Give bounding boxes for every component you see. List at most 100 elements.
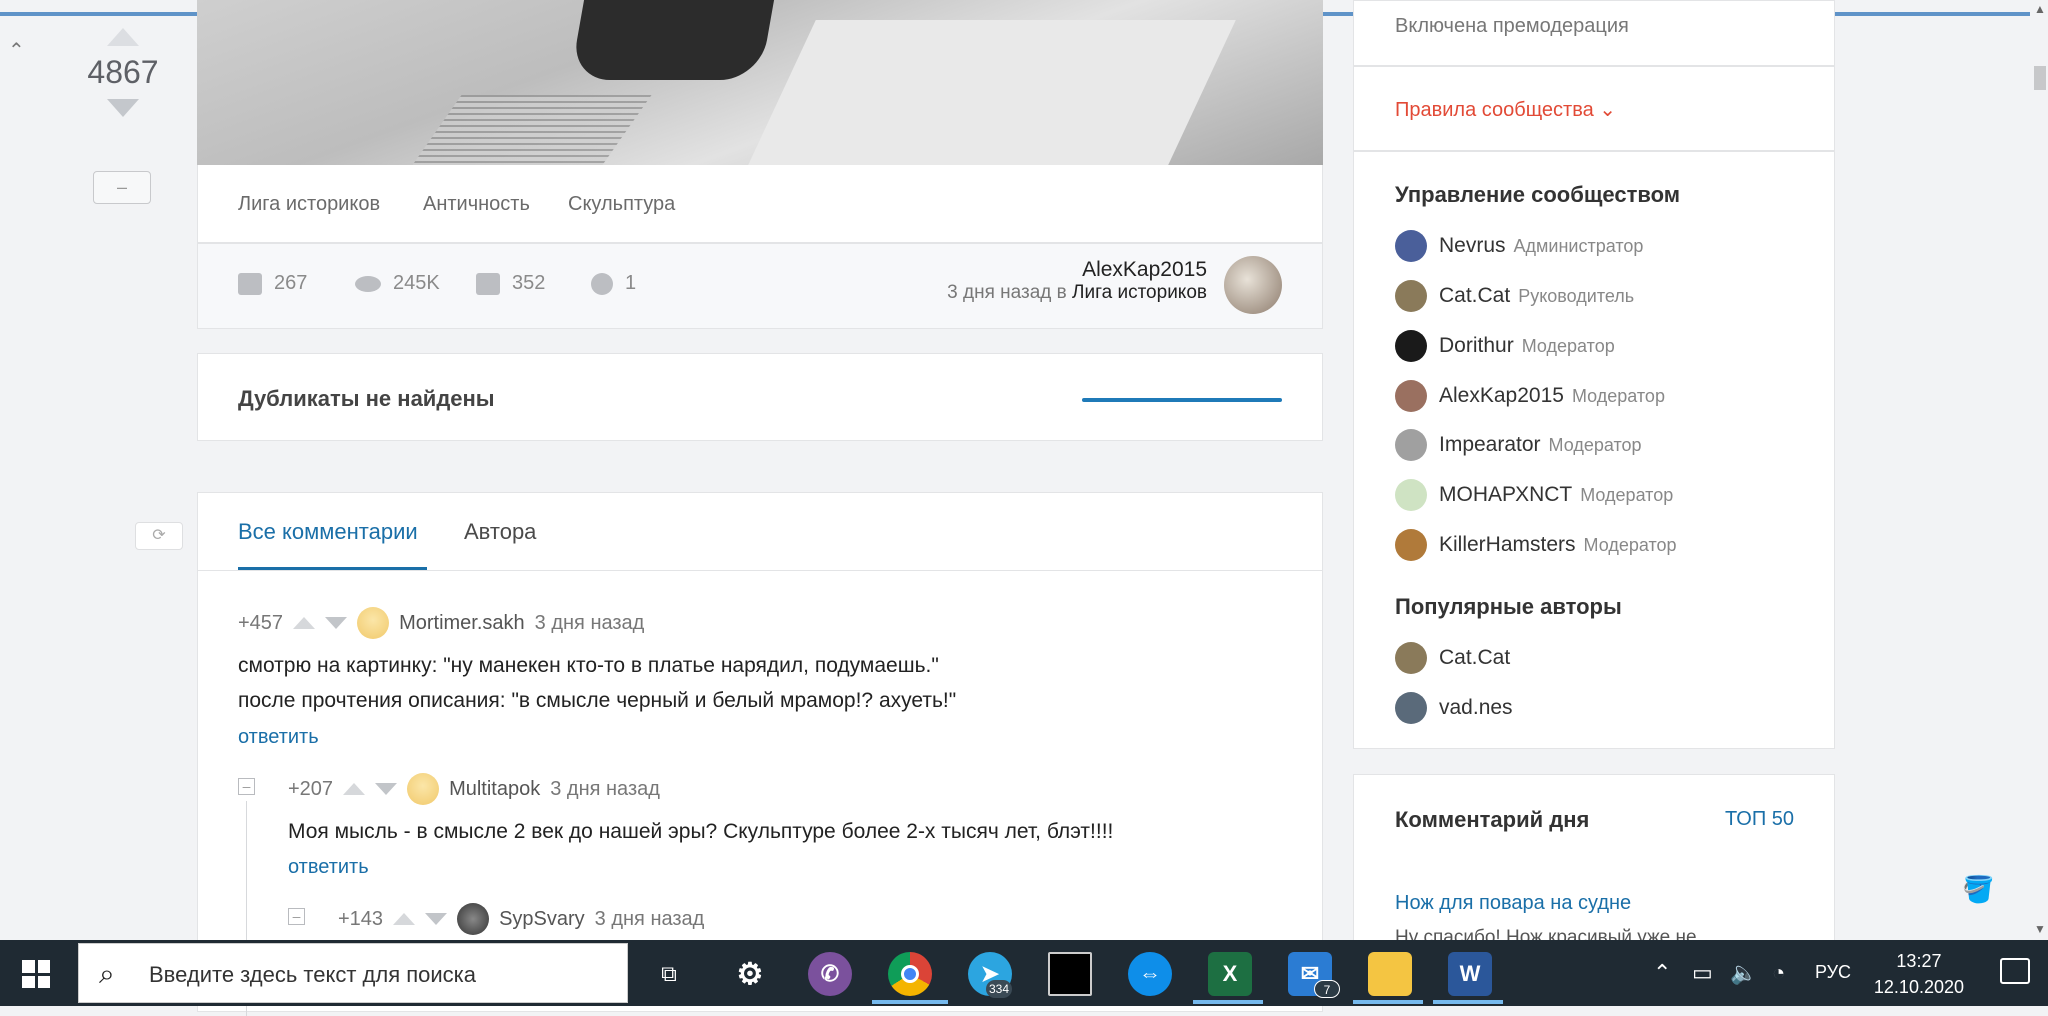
language-indicator[interactable]: РУС (1815, 962, 1851, 983)
tab-all-comments[interactable]: Все комментарии (238, 519, 418, 545)
comment-of-day-snippet: Ну спасибо! Нож красивый уже не (1395, 927, 1697, 941)
refresh-comments-button[interactable]: ⟳ (135, 522, 183, 550)
active-app-indicator (872, 1000, 948, 1004)
comment-downvote[interactable] (325, 617, 348, 629)
paint-bucket-icon[interactable]: 🪣 (1962, 874, 1994, 905)
volume-icon[interactable]: 🔈 (1730, 960, 1757, 986)
avatar[interactable] (357, 607, 390, 639)
network-icon[interactable]: ◔ (1772, 960, 1785, 986)
top50-link[interactable]: ТОП 50 (1725, 808, 1794, 831)
comment-time: 3 дня назад (550, 777, 660, 800)
views-stat: 245K (355, 272, 440, 295)
comment-author[interactable]: SypSvary (499, 908, 585, 931)
author-avatar[interactable] (1224, 256, 1282, 314)
member-row[interactable]: Dorithur Модератор (1395, 330, 1615, 362)
comment-upvote[interactable] (393, 913, 416, 925)
share-stat[interactable]: 1 (591, 272, 636, 295)
member-row[interactable]: Impearator Модератор (1395, 429, 1642, 461)
member-row[interactable]: МОНАРХNCT Модератор (1395, 479, 1673, 511)
upvote-button[interactable] (107, 28, 139, 46)
comment-header: +143 SypSvary 3 дня назад (338, 903, 704, 935)
taskbar-search-box[interactable]: ⌕ Введите здесь текст для поиска (78, 943, 628, 1003)
task-view-icon[interactable]: ⧉ (647, 952, 691, 996)
popular-author-row[interactable]: Cat.Cat (1395, 642, 1510, 674)
member-row[interactable]: KillerHamsters Модератор (1395, 529, 1677, 561)
excel-icon[interactable]: X (1208, 952, 1252, 996)
chrome-icon[interactable] (888, 952, 932, 996)
page-scrollbar[interactable]: ▲ ▼ (2030, 0, 2048, 940)
management-title: Управление сообществом (1395, 182, 1681, 207)
community-link[interactable]: Лига историков (1072, 282, 1207, 303)
clock-date: 12.10.2020 (1873, 977, 1964, 997)
reply-link[interactable]: ответить (238, 726, 319, 749)
member-row[interactable]: AlexKap2015 Модератор (1395, 380, 1665, 412)
community-rules-link[interactable]: Правила сообщества ⌄ (1395, 97, 1616, 122)
member-row[interactable]: Nevrus Администратор (1395, 230, 1643, 262)
downvote-button[interactable] (107, 99, 139, 117)
reply-link[interactable]: ответить (288, 856, 369, 879)
comment-of-day-link[interactable]: Нож для повара на судне (1395, 892, 1631, 915)
collapse-thread-button[interactable]: – (288, 908, 305, 925)
popular-author-row[interactable]: vad.nes (1395, 692, 1513, 724)
windows-start-icon[interactable] (22, 960, 50, 988)
terminal-icon[interactable] (1048, 952, 1092, 996)
clock-time: 13:27 (1896, 951, 1942, 971)
collapse-post-button[interactable]: – (93, 171, 151, 204)
avatar (1395, 280, 1427, 312)
member-row[interactable]: Cat.Cat Руководитель (1395, 280, 1634, 312)
comment-downvote[interactable] (375, 783, 398, 795)
avatar[interactable] (457, 903, 490, 935)
settings-gear-icon[interactable]: ⚙ (728, 952, 772, 996)
avatar[interactable] (407, 773, 440, 805)
comment-icon (238, 272, 262, 295)
search-icon: ⌕ (99, 958, 115, 989)
chevron-up-icon[interactable]: ⌃ (8, 38, 25, 63)
active-tab-indicator (238, 567, 427, 570)
comment-text: Моя мысль - в смысле 2 век до нашей эры?… (288, 820, 1114, 843)
scroll-up-icon[interactable]: ▲ (2034, 2, 2046, 16)
saves-stat[interactable]: 352 (476, 272, 545, 295)
comment-header: +207 Multitapok 3 дня назад (288, 773, 660, 805)
avatar (1395, 692, 1427, 724)
comment-time: 3 дня назад (594, 907, 705, 930)
teamviewer-icon[interactable]: ⇔ (1128, 952, 1172, 996)
viber-icon[interactable]: ✆ (808, 952, 852, 996)
avatar (1395, 642, 1427, 674)
tag-link[interactable]: Скульптура (568, 193, 675, 216)
tag-link[interactable]: Лига историков (238, 193, 380, 216)
rules-panel: Правила сообщества ⌄ (1353, 66, 1835, 151)
post-rating: 4867 (87, 54, 159, 90)
comment-upvote[interactable] (293, 617, 316, 629)
windows-taskbar: ⌕ Введите здесь текст для поиска ⧉ ⚙ ✆ ➤… (0, 940, 2048, 1006)
comments-stat[interactable]: 267 (238, 272, 307, 295)
post-author-block: AlexKap2015 3 дня назад в Лига историков (947, 258, 1207, 304)
comment-author[interactable]: Multitapok (449, 778, 540, 801)
premoderation-text: Включена премодерация (1395, 15, 1629, 37)
comments-panel: Все комментарии Автора +457 Mortimer.sak… (197, 492, 1323, 1016)
comment-of-day-title: Комментарий дня (1395, 807, 1590, 832)
comment-upvote[interactable] (343, 783, 366, 795)
avatar (1395, 330, 1427, 362)
comment-score: +457 (238, 611, 284, 634)
scrollbar-thumb[interactable] (2034, 66, 2046, 90)
popular-authors-title: Популярные авторы (1395, 594, 1622, 619)
comment-author[interactable]: Mortimer.sakh (399, 612, 525, 635)
notification-center-icon[interactable] (2000, 958, 2030, 984)
avatar (1395, 380, 1427, 412)
active-app-indicator (1193, 1000, 1263, 1004)
premoderation-panel: Включена премодерация (1353, 0, 1835, 66)
battery-icon[interactable]: ▭ (1692, 960, 1713, 986)
file-explorer-icon[interactable] (1368, 952, 1412, 996)
author-name[interactable]: AlexKap2015 (947, 258, 1207, 282)
avatar (1395, 529, 1427, 561)
tab-author-comments[interactable]: Автора (464, 519, 536, 545)
taskbar-clock[interactable]: 13:27 12.10.2020 (1874, 948, 1964, 1000)
scroll-down-icon[interactable]: ▼ (2034, 922, 2046, 936)
post-image (197, 0, 1323, 165)
collapse-thread-button[interactable]: – (238, 778, 255, 795)
comment-downvote[interactable] (425, 913, 448, 925)
tray-overflow-icon[interactable]: ⌃ (1653, 960, 1671, 986)
word-icon[interactable]: W (1448, 952, 1492, 996)
search-placeholder: Введите здесь текст для поиска (149, 962, 477, 987)
tag-link[interactable]: Античность (423, 193, 530, 216)
